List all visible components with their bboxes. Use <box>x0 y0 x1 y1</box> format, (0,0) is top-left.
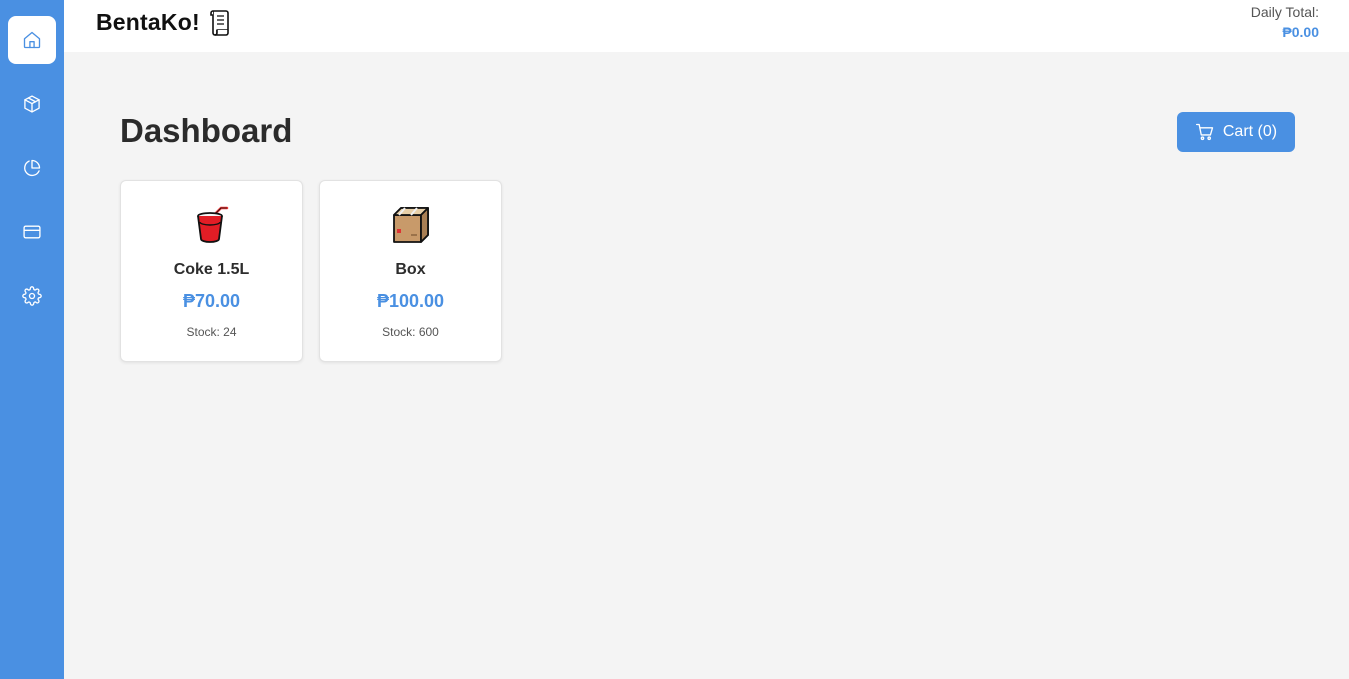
package-box-icon <box>392 207 429 243</box>
product-card[interactable]: Box ₱100.00 Stock: 600 <box>319 180 502 362</box>
credit-card-icon <box>23 225 41 239</box>
product-name: Box <box>395 261 426 278</box>
brand: BentaKo! <box>96 8 230 36</box>
product-price: ₱100.00 <box>376 291 445 311</box>
cart-icon <box>1195 123 1214 141</box>
daily-total-value: ₱0.00 <box>1282 24 1319 40</box>
home-icon <box>23 31 41 49</box>
cart-button[interactable]: Cart (0) <box>1177 112 1295 152</box>
daily-total: Daily Total: ₱0.00 <box>1251 4 1319 43</box>
sidebar-item-reports[interactable] <box>8 144 56 192</box>
sidebar <box>0 0 64 679</box>
product-name: Coke 1.5L <box>173 261 250 278</box>
sidebar-item-home[interactable] <box>8 16 56 64</box>
scroll-icon <box>210 10 229 36</box>
cart-label: Cart (0) <box>1222 123 1278 140</box>
package-icon <box>24 95 40 113</box>
sidebar-item-products[interactable] <box>8 80 56 128</box>
product-price: ₱70.00 <box>182 291 241 311</box>
daily-total-label: Daily Total: <box>1250 4 1319 20</box>
sidebar-item-payments[interactable] <box>8 208 56 256</box>
product-card[interactable]: Coke 1.5L ₱70.00 Stock: 24 <box>120 180 303 362</box>
brand-name: BentaKo! <box>96 8 200 35</box>
cup-with-straw-icon <box>196 206 228 243</box>
sidebar-item-settings[interactable] <box>8 272 56 320</box>
product-stock: Stock: 600 <box>382 325 439 339</box>
gear-icon <box>22 286 42 306</box>
top-bar: BentaKo! Daily Total: ₱0.00 <box>64 0 1349 52</box>
pie-chart-icon <box>24 159 41 177</box>
page-title: Dashboard <box>120 112 293 149</box>
product-stock: Stock: 24 <box>186 325 237 339</box>
